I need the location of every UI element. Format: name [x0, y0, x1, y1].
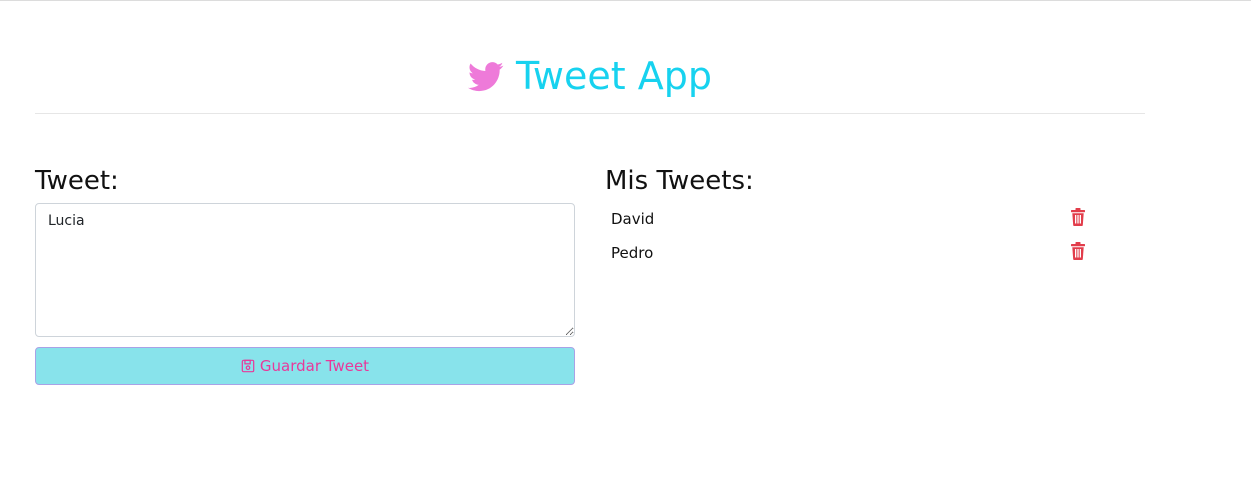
tweet-text: Pedro	[611, 244, 654, 262]
tweet-form-heading: Tweet:	[35, 166, 119, 196]
save-tweet-button[interactable]: Guardar Tweet	[35, 347, 575, 385]
tweet-form: Tweet: Lucia Guardar Tweet	[35, 160, 575, 385]
top-border	[0, 0, 1251, 1]
tweet-text: David	[611, 210, 655, 228]
tweet-list-heading: Mis Tweets:	[605, 166, 754, 196]
tweet-list: David Pedro	[605, 202, 1145, 270]
list-item: David	[605, 202, 1145, 236]
list-item: Pedro	[605, 236, 1145, 270]
app-header: Tweet App	[35, 48, 1145, 104]
header-divider	[35, 113, 1145, 114]
floppy-disk-icon	[241, 359, 255, 373]
tweet-list-section: Mis Tweets: David Pedro	[605, 160, 1145, 270]
tweet-textarea[interactable]: Lucia	[35, 203, 575, 337]
save-tweet-label: Guardar Tweet	[259, 357, 370, 375]
trash-icon[interactable]	[1071, 208, 1085, 226]
app-title: Tweet App	[516, 54, 712, 98]
trash-icon[interactable]	[1071, 242, 1085, 260]
twitter-bird-icon	[468, 62, 504, 92]
